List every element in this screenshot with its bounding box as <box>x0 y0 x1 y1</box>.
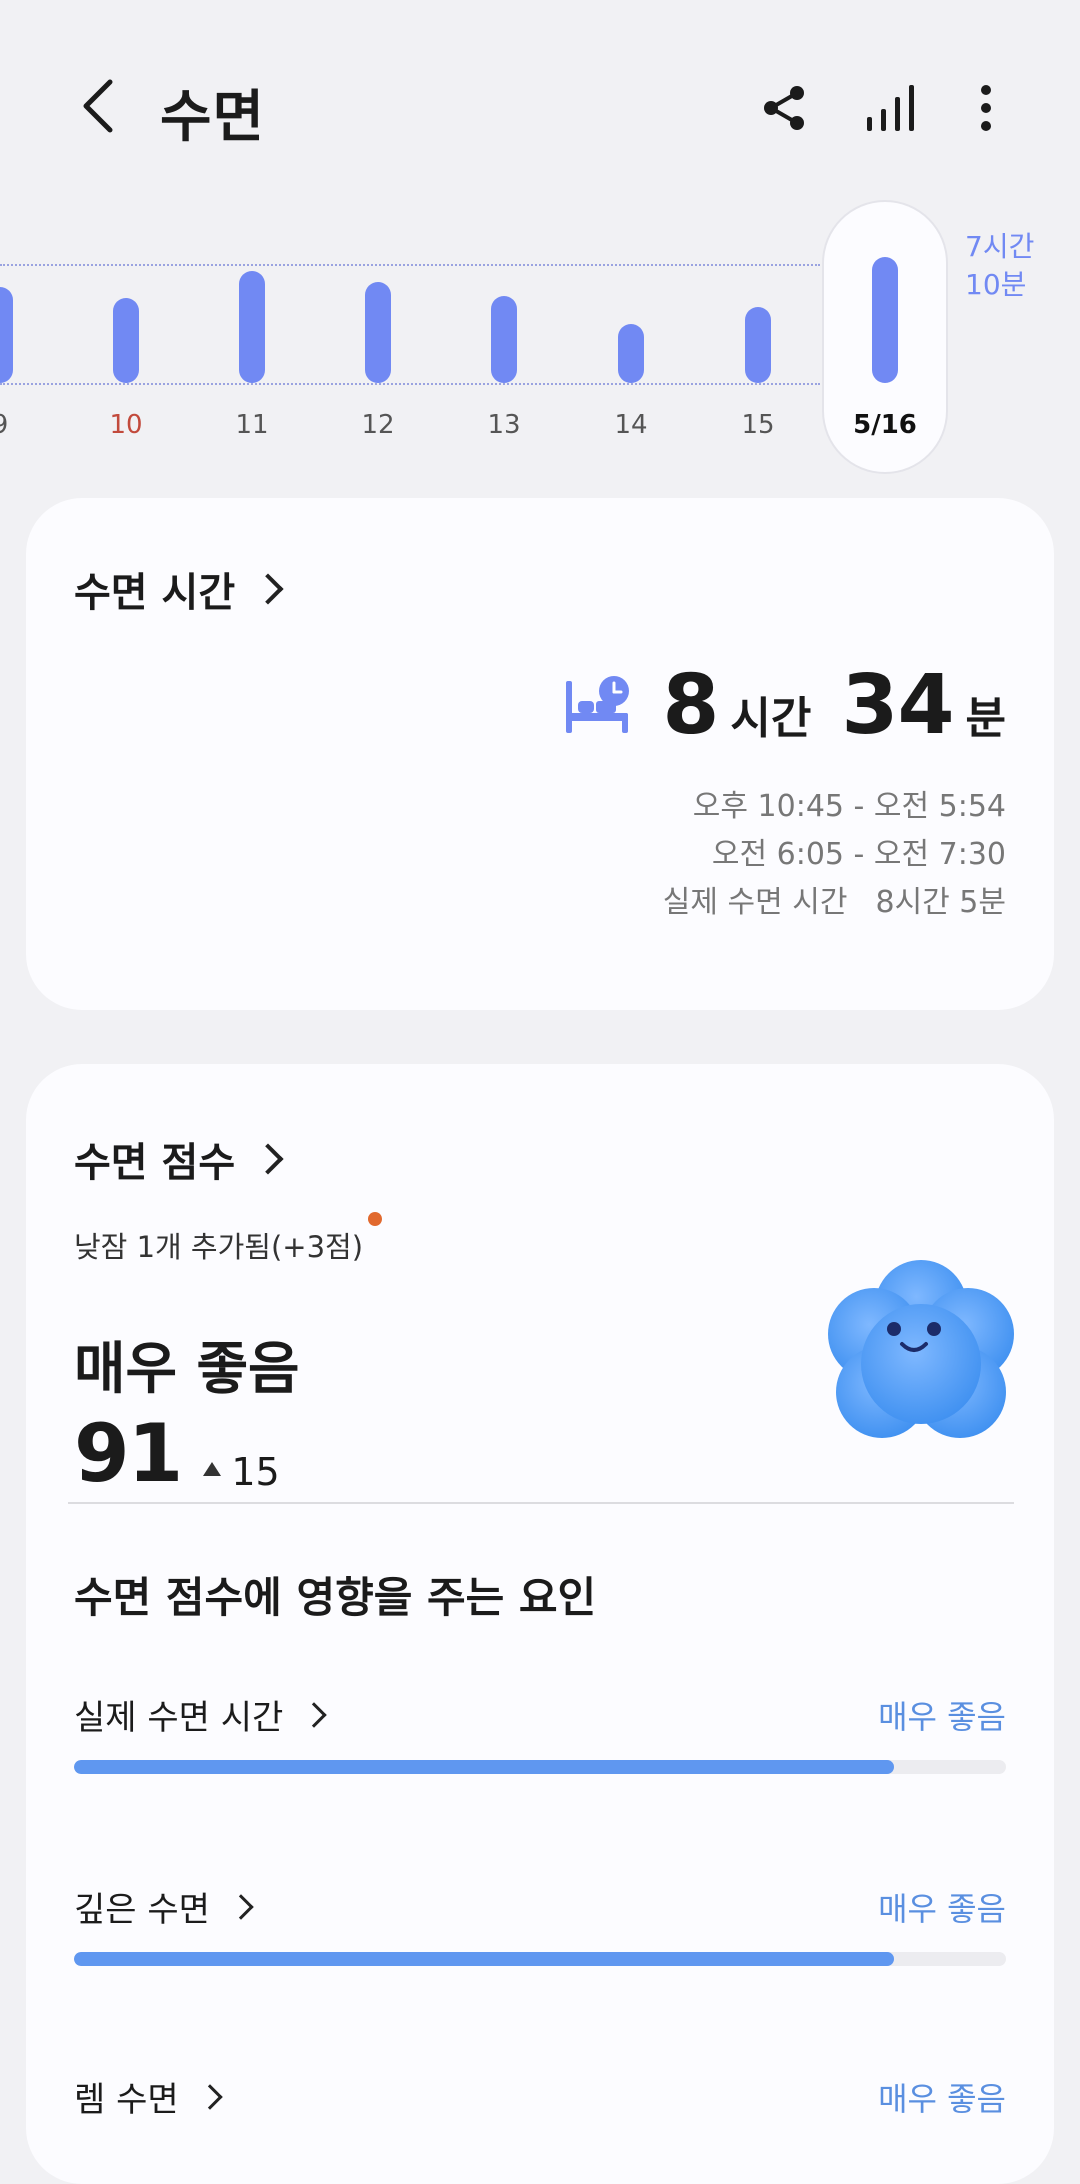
day-label-11[interactable]: 11 <box>212 410 292 440</box>
increase-arrow-icon <box>203 1462 222 1476</box>
sleep-bar-5-16[interactable] <box>872 257 898 383</box>
factor-value: 매우 좋음 <box>878 2080 1006 2118</box>
sleep-score-value: 91 <box>74 1407 183 1500</box>
factor-label: 렘 수면 <box>74 2080 179 2120</box>
sleep-hours-unit: 시간 <box>730 693 812 744</box>
day-label-5-16[interactable]: 5/16 <box>845 410 925 440</box>
reference-line-bottom <box>0 383 820 385</box>
signal-bars-icon <box>867 85 914 131</box>
more-options-button[interactable] <box>954 76 1018 140</box>
bed-clock-icon <box>566 675 630 733</box>
reference-label: 7시간 10분 <box>965 228 1034 304</box>
sleep-session-2: 오전 6:05 - 오전 7:30 <box>711 837 1006 872</box>
sleep-score-title-text: 수면 점수 <box>74 1140 236 1186</box>
factor-value: 매우 좋음 <box>878 1890 1006 1928</box>
sleep-bar-14[interactable] <box>618 324 644 383</box>
reference-label-text: 7시간 10분 <box>965 230 1035 301</box>
sleep-sessions: 오후 10:45 - 오전 5:54 오전 6:05 - 오전 7:30 실제 … <box>663 783 1006 927</box>
section-divider <box>68 1502 1014 1504</box>
back-chevron-icon <box>83 79 113 133</box>
sleep-minutes: 34 <box>841 658 954 753</box>
factor-progress-fill <box>74 1952 895 1966</box>
day-label-14[interactable]: 14 <box>591 410 671 440</box>
reference-line-top <box>0 264 820 266</box>
sleep-score-title[interactable]: 수면 점수 <box>74 1130 284 1188</box>
app-header: 수면 <box>0 0 1080 200</box>
sleep-hours: 8 <box>662 658 719 753</box>
back-button[interactable] <box>68 70 128 142</box>
score-delta: 15 <box>231 1450 280 1494</box>
factor-deep-sleep[interactable]: 깊은 수면 <box>74 1882 254 1931</box>
cloud-mascot-icon <box>828 1260 1014 1438</box>
day-label-13[interactable]: 13 <box>464 410 544 440</box>
chevron-right-icon <box>228 1893 254 1920</box>
sleep-bar-15[interactable] <box>745 307 771 383</box>
chevron-right-icon <box>252 573 284 605</box>
day-label-12[interactable]: 12 <box>338 410 418 440</box>
sleep-score-card[interactable]: 수면 점수 낮잠 1개 추가됨(+3점) 매우 좋음 91 15 수면 점수에 … <box>26 1064 1054 2184</box>
score-row: 91 15 <box>74 1407 280 1500</box>
factor-label: 실제 수면 시간 <box>74 1698 284 1738</box>
sleep-history-chart[interactable]: 7시간 10분 9 10 11 12 13 14 15 5/16 <box>0 200 1080 480</box>
trends-button[interactable] <box>858 76 922 140</box>
sleep-bar-12[interactable] <box>365 282 391 383</box>
nap-note: 낮잠 1개 추가됨(+3점) <box>74 1230 364 1264</box>
chevron-right-icon <box>252 1143 284 1175</box>
share-icon <box>764 86 804 130</box>
page-title: 수면 <box>160 85 266 150</box>
sleep-duration: 8 시간 34 분 <box>562 658 1006 753</box>
sleep-bar-9[interactable] <box>0 287 13 383</box>
sleep-time-title[interactable]: 수면 시간 <box>74 560 284 618</box>
share-button[interactable] <box>752 76 816 140</box>
actual-sleep-value: 8시간 5분 <box>875 885 1006 920</box>
day-label-15[interactable]: 15 <box>718 410 798 440</box>
actual-sleep-label: 실제 수면 시간 <box>662 885 848 920</box>
more-vertical-icon <box>981 85 991 131</box>
factor-actual-sleep[interactable]: 실제 수면 시간 <box>74 1690 328 1739</box>
factor-progress-fill <box>74 1760 895 1774</box>
chevron-right-icon <box>196 2083 223 2110</box>
factor-progress-track <box>74 1952 1006 1966</box>
factors-title: 수면 점수에 영향을 주는 요인 <box>74 1573 597 1622</box>
sleep-minutes-unit: 분 <box>965 693 1006 744</box>
sleep-time-card[interactable]: 수면 시간 8 시간 34 분 오후 10:45 - 오전 5:54 오전 6:… <box>26 498 1054 1010</box>
sleep-time-title-text: 수면 시간 <box>74 570 236 616</box>
chevron-right-icon <box>301 1701 328 1728</box>
factor-label: 깊은 수면 <box>74 1890 210 1930</box>
sleep-bar-11[interactable] <box>239 271 265 383</box>
factor-progress-track <box>74 1760 1006 1774</box>
actual-sleep-row: 실제 수면 시간 8시간 5분 <box>663 879 1006 927</box>
factor-value: 매우 좋음 <box>878 1698 1006 1736</box>
sleep-bar-10[interactable] <box>113 298 139 383</box>
day-label-9[interactable]: 9 <box>0 410 40 440</box>
new-badge-dot <box>368 1212 382 1226</box>
day-label-10[interactable]: 10 <box>86 410 166 440</box>
score-grade: 매우 좋음 <box>74 1337 300 1402</box>
sleep-bar-13[interactable] <box>491 296 517 383</box>
sleep-session-1: 오후 10:45 - 오전 5:54 <box>692 789 1006 824</box>
factor-rem-sleep[interactable]: 렘 수면 <box>74 2072 223 2121</box>
